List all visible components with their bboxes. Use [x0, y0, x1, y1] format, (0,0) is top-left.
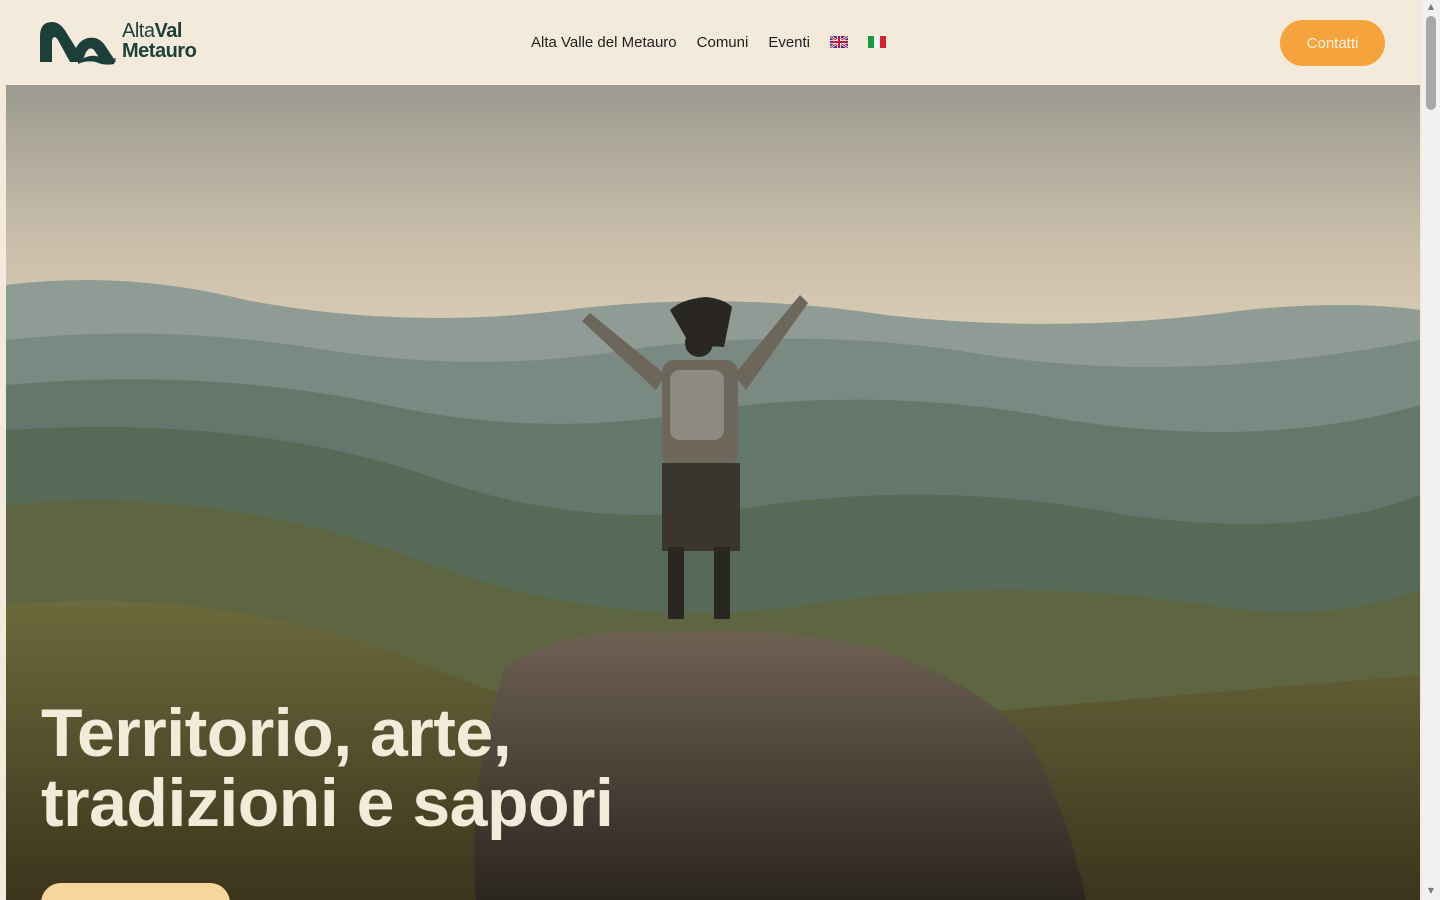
logo-text-alta: Alta: [122, 20, 155, 42]
hero-cta-button[interactable]: [41, 883, 230, 900]
contact-button[interactable]: Contatti: [1280, 20, 1385, 66]
uk-flag-icon[interactable]: [830, 36, 849, 48]
site-logo[interactable]: AltaVal Metauro: [38, 18, 218, 68]
page-scrollbar[interactable]: ▲ ▼: [1422, 0, 1440, 900]
nav-item-comuni[interactable]: Comuni: [697, 34, 749, 51]
main-nav: Alta Valle del Metauro Comuni Eventi: [531, 31, 906, 53]
logo-text-val: Val: [154, 20, 182, 42]
site-header: AltaVal Metauro Alta Valle del Metauro C…: [0, 0, 1422, 85]
hero-title: Territorio, arte, tradizioni e sapori: [41, 698, 741, 838]
hero-title-line-2: tradizioni e sapori: [41, 765, 614, 841]
hero-title-line-1: Territorio, arte,: [41, 695, 512, 771]
scroll-up-arrow-icon[interactable]: ▲: [1422, 0, 1440, 14]
nav-item-eventi[interactable]: Eventi: [768, 34, 810, 51]
logo-mark-icon: [40, 22, 116, 65]
scroll-down-arrow-icon[interactable]: ▼: [1422, 884, 1440, 898]
scrollbar-thumb[interactable]: [1426, 16, 1436, 110]
logo-wordmark: AltaVal Metauro: [122, 20, 197, 62]
logo-text-metauro: Metauro: [122, 40, 197, 62]
hero-section: Territorio, arte, tradizioni e sapori: [6, 85, 1420, 900]
nav-item-alta-valle[interactable]: Alta Valle del Metauro: [531, 34, 677, 51]
italy-flag-icon[interactable]: [868, 36, 887, 48]
